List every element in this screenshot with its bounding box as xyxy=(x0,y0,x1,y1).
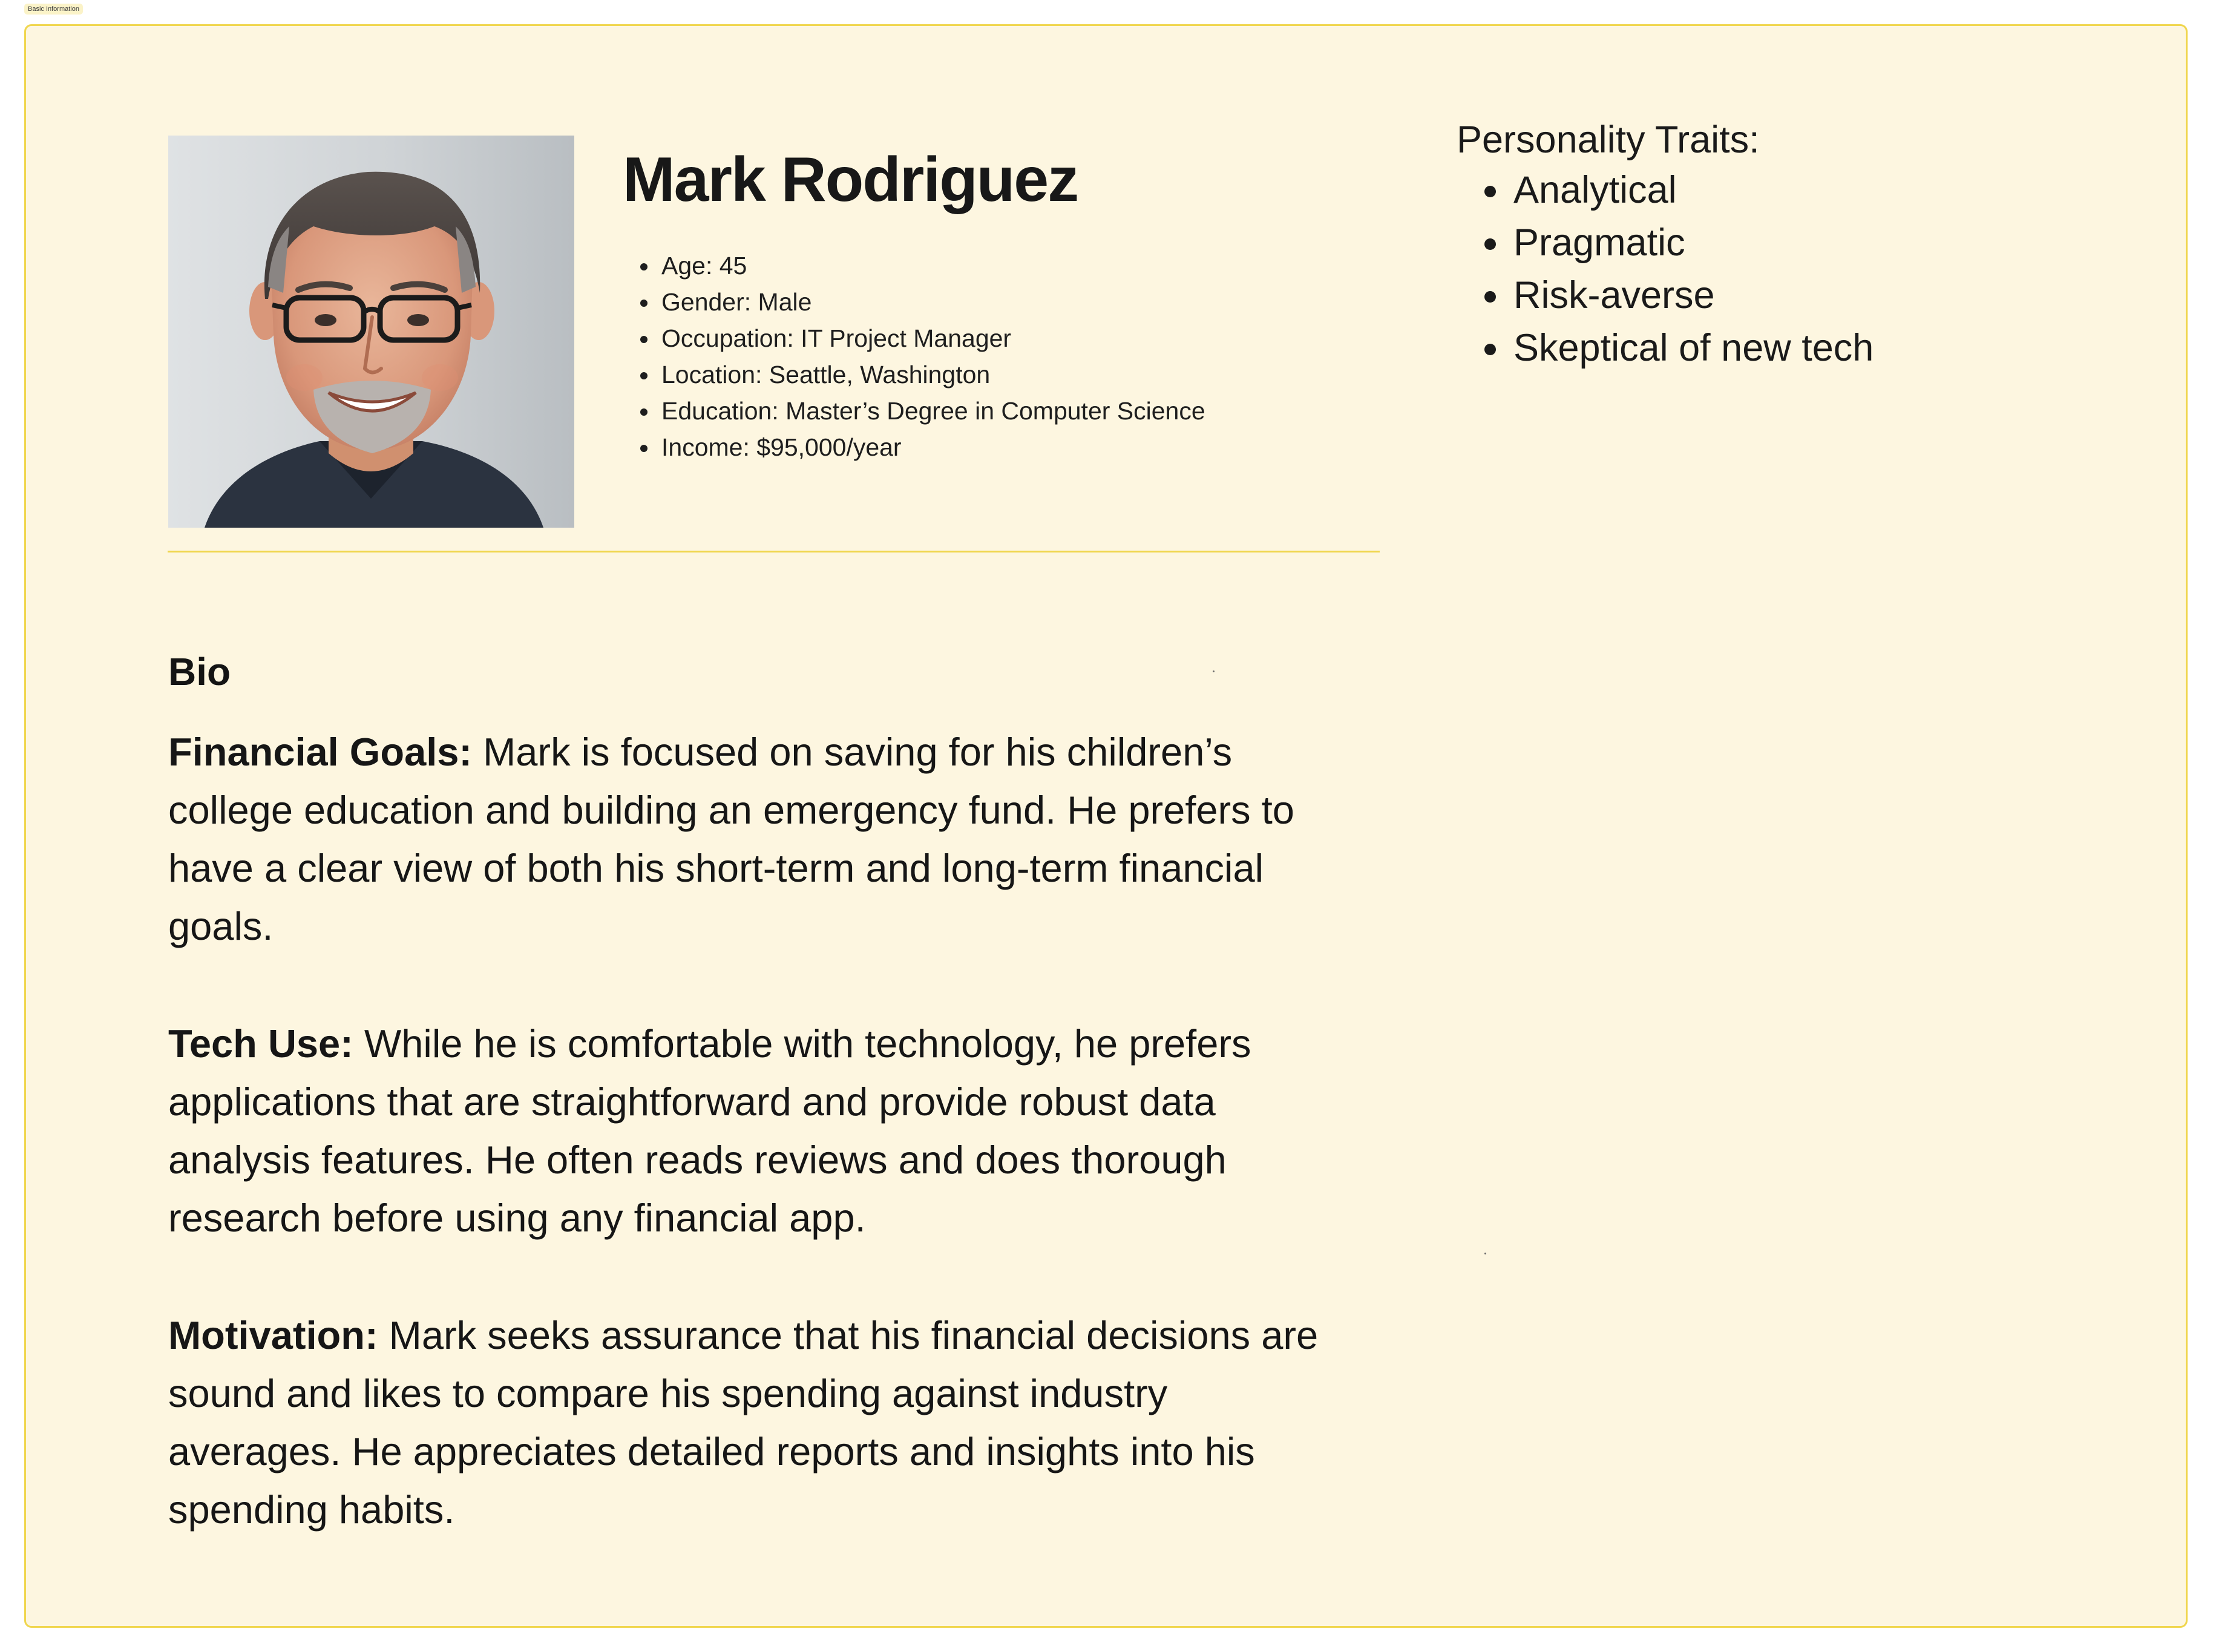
persona-card: Mark Rodriguez Age: 45 Gender: Male Occu… xyxy=(24,24,2188,1628)
detail-income: Income: $95,000/year xyxy=(659,429,1205,465)
bio-financial-goals: Financial Goals: Mark is focused on savi… xyxy=(168,723,1330,955)
bio-section-label: Financial Goals: xyxy=(168,730,473,774)
persona-name: Mark Rodriguez xyxy=(623,145,1079,215)
trait-item: Skeptical of new tech xyxy=(1511,322,1874,375)
traits-heading: Personality Traits: xyxy=(1457,119,1760,161)
traits-list: Analytical Pragmatic Risk-averse Skeptic… xyxy=(1511,164,1874,375)
trait-item: Analytical xyxy=(1511,164,1874,217)
detail-age: Age: 45 xyxy=(659,247,1205,284)
trait-item: Risk-averse xyxy=(1511,269,1874,322)
bio-motivation: Motivation: Mark seeks assurance that hi… xyxy=(168,1306,1330,1539)
persona-photo xyxy=(168,136,574,528)
header-divider xyxy=(168,551,1380,552)
detail-location: Location: Seattle, Washington xyxy=(659,356,1205,393)
persona-details-list: Age: 45 Gender: Male Occupation: IT Proj… xyxy=(659,247,1205,465)
bio-tech-use: Tech Use: While he is comfortable with t… xyxy=(168,1015,1330,1247)
detail-gender: Gender: Male xyxy=(659,284,1205,320)
bio-heading: Bio xyxy=(168,650,231,693)
detail-occupation: Occupation: IT Project Manager xyxy=(659,320,1205,356)
trait-item: Pragmatic xyxy=(1511,217,1874,269)
stray-dot xyxy=(1484,1253,1486,1254)
stray-dot xyxy=(1213,670,1215,672)
detail-education: Education: Master’s Degree in Computer S… xyxy=(659,393,1205,429)
bio-section-label: Motivation: xyxy=(168,1313,378,1357)
bio-section-label: Tech Use: xyxy=(168,1021,353,1066)
section-tag: Basic Information xyxy=(24,4,83,15)
